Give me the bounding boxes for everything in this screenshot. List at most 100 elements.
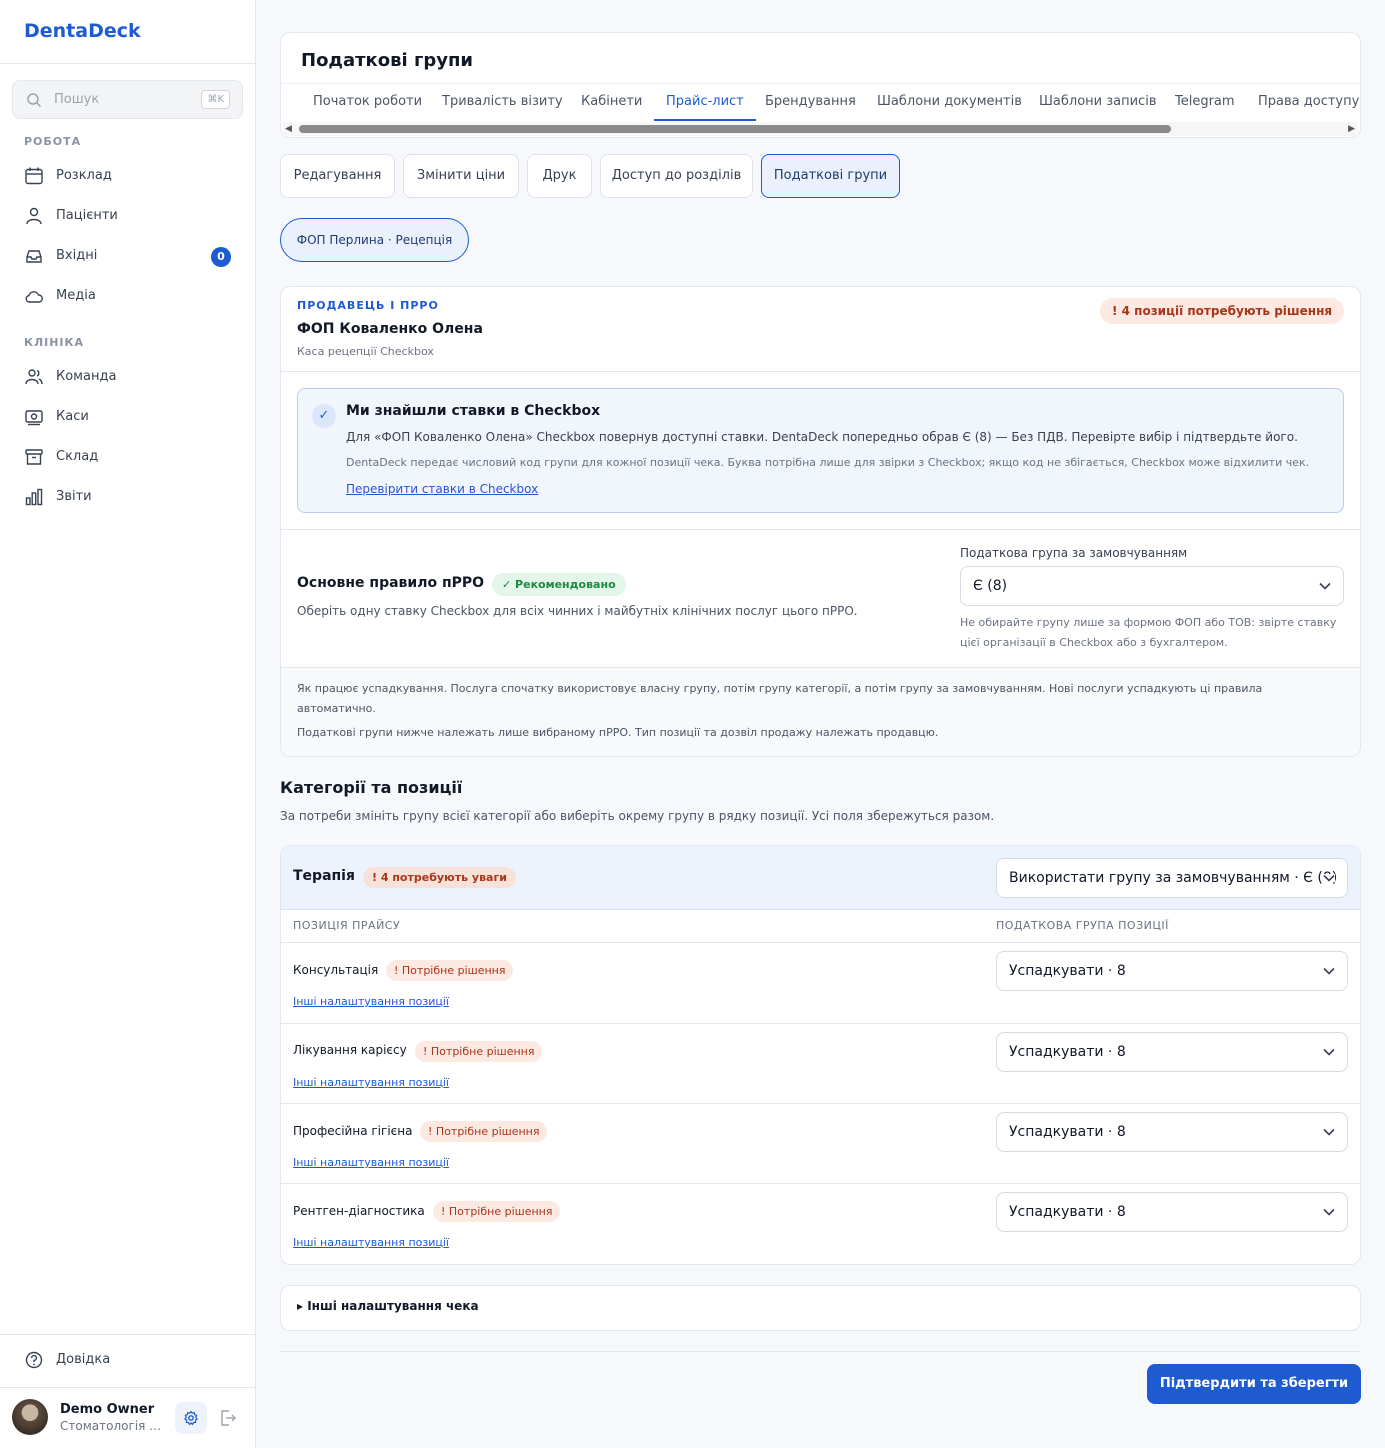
inheritance-note: Як працює успадкування. Послуга спочатку… <box>281 668 1360 756</box>
settings-button[interactable] <box>175 1402 207 1434</box>
sidebar-item-label: Розклад <box>56 168 112 183</box>
tab-price-list[interactable]: Прайс-лист <box>654 83 756 121</box>
info-title: Ми знайшли ставки в Checkbox <box>346 403 601 419</box>
column-header-group: ПОДАТКОВА ГРУПА ПОЗИЦІЇ <box>996 919 1169 932</box>
edit-button[interactable]: Редагування <box>280 154 395 198</box>
sidebar-item-help[interactable]: Довідка <box>12 1342 243 1378</box>
sidebar-item-inbox[interactable]: Вхідні 0 <box>12 238 243 274</box>
brand-logo[interactable]: DentaDeck <box>24 20 141 42</box>
default-group-hint: Не обирайте групу лише за формою ФОП або… <box>960 616 1337 649</box>
search-placeholder: Пошук <box>54 92 100 107</box>
inbox-count-badge: 0 <box>211 247 231 267</box>
divider <box>0 1334 255 1335</box>
chevron-down-icon <box>1323 874 1335 882</box>
inbox-icon <box>26 250 42 263</box>
avatar[interactable] <box>12 1399 48 1435</box>
sidebar-item-warehouse[interactable]: Склад <box>12 439 243 475</box>
section-label-clinic: КЛІНІКА <box>24 336 85 349</box>
divider <box>281 1103 1360 1104</box>
item-tax-group-select[interactable]: Успадкувати · 8 <box>996 1032 1348 1072</box>
rule-title: Основне правило пРРО <box>297 575 485 591</box>
confirm-save-button[interactable]: Підтвердити та зберегти <box>1147 1364 1361 1404</box>
tab-getting-started[interactable]: Початок роботи <box>301 83 434 121</box>
patients-icon <box>26 207 42 225</box>
sidebar-item-label: Медіа <box>56 288 96 303</box>
divider <box>281 942 1360 943</box>
tabs-scrollbar[interactable]: ◀ ▶ <box>283 122 1358 136</box>
item-tax-group-select[interactable]: Успадкувати · 8 <box>996 1112 1348 1152</box>
sidebar-item-label: Довідка <box>56 1352 111 1367</box>
item-tax-group-select[interactable]: Успадкувати · 8 <box>996 951 1348 991</box>
scroll-left-arrow-icon[interactable]: ◀ <box>285 124 292 134</box>
help-icon <box>25 1351 43 1369</box>
sidebar-item-label: Вхідні <box>56 248 98 263</box>
category-attention-badge: ! 4 потребують уваги <box>363 867 516 888</box>
sidebar-item-label: Пацієнти <box>56 208 118 223</box>
item-name: Лікування карієсу <box>293 1043 407 1057</box>
gear-icon <box>184 1410 198 1426</box>
chevron-down-icon <box>1323 1208 1335 1216</box>
column-header-item: ПОЗИЦІЯ ПРАЙСУ <box>293 919 401 932</box>
tab-visit-duration[interactable]: Тривалість візиту <box>430 83 575 121</box>
seller-name: ФОП Коваленко Олена <box>297 321 483 337</box>
item-tax-group-select[interactable]: Успадкувати · 8 <box>996 1192 1348 1232</box>
item-settings-link[interactable]: Інші налаштування позиції <box>293 1236 449 1249</box>
status-badge: ! Потрібне рішення <box>420 1121 548 1142</box>
team-icon <box>25 369 43 385</box>
tab-telegram[interactable]: Telegram <box>1163 83 1247 121</box>
item-settings-link[interactable]: Інші налаштування позиції <box>293 1076 449 1089</box>
chart-icon <box>25 488 43 506</box>
user-org: Стоматологія П... <box>60 1419 164 1433</box>
tab-access-rights[interactable]: Права доступу <box>1246 83 1371 121</box>
disclosure-label: ▸ Інші налаштування чека <box>297 1299 479 1313</box>
divider <box>0 63 255 64</box>
category-name: Терапія <box>293 868 355 884</box>
logout-icon[interactable] <box>219 1409 237 1427</box>
tab-document-templates[interactable]: Шаблони документів <box>865 83 1034 121</box>
chevron-down-icon <box>1323 1128 1335 1136</box>
tab-record-templates[interactable]: Шаблони записів <box>1027 83 1168 121</box>
chevron-down-icon <box>1323 1048 1335 1056</box>
status-badge: ! Потрібне рішення <box>433 1201 561 1222</box>
change-prices-button[interactable]: Змінити ціни <box>403 154 519 198</box>
sidebar-item-cash[interactable]: Каси <box>12 399 243 435</box>
section-description: За потреби змініть групу всієї категорії… <box>280 809 995 823</box>
item-settings-link[interactable]: Інші налаштування позиції <box>293 995 449 1008</box>
item-settings-link[interactable]: Інші налаштування позиції <box>293 1156 449 1169</box>
print-button[interactable]: Друк <box>527 154 592 198</box>
sidebar-item-reports[interactable]: Звіти <box>12 479 243 515</box>
divider <box>281 371 1360 372</box>
tab-cabinets[interactable]: Кабінети <box>569 83 654 121</box>
receipt-settings-disclosure[interactable]: ▸ Інші налаштування чека <box>280 1285 1361 1331</box>
search-icon <box>27 93 42 108</box>
register-filter-pill[interactable]: ФОП Перлина · Рецепція <box>280 218 469 262</box>
select-value: Успадкувати · 8 <box>1009 1124 1126 1140</box>
info-text: Для «ФОП Коваленко Олена» Checkbox повер… <box>346 430 1298 444</box>
sidebar-item-label: Команда <box>56 369 117 384</box>
category-tax-group-select[interactable]: Використати групу за замовчуванням · Є (… <box>996 858 1348 898</box>
sidebar-item-schedule[interactable]: Розклад <box>12 158 243 194</box>
item-name: Професійна гігієна <box>293 1124 413 1138</box>
section-access-button[interactable]: Доступ до розділів <box>600 154 753 198</box>
default-tax-group-select[interactable]: Є (8) <box>960 566 1344 606</box>
sidebar-item-team[interactable]: Команда <box>12 359 243 395</box>
sidebar-item-media[interactable]: Медіа <box>12 278 243 314</box>
sidebar-item-label: Каси <box>56 409 89 424</box>
tax-groups-button[interactable]: Податкові групи <box>761 154 900 198</box>
chevron-down-icon <box>1319 582 1331 590</box>
scrollbar-thumb[interactable] <box>299 125 1171 133</box>
select-value: Успадкувати · 8 <box>1009 1204 1126 1220</box>
tab-branding[interactable]: Брендування <box>753 83 868 121</box>
check-rates-link[interactable]: Перевірити ставки в Checkbox <box>346 482 538 496</box>
select-value: Успадкувати · 8 <box>1009 963 1126 979</box>
search-input[interactable]: Пошук ⌘K <box>12 80 243 119</box>
rule-description: Оберіть одну ставку Checkbox для всіх чи… <box>297 604 858 618</box>
status-badge: ! Потрібне рішення <box>415 1041 543 1062</box>
divider <box>281 1183 1360 1184</box>
scroll-right-arrow-icon[interactable]: ▶ <box>1348 124 1355 134</box>
item-name: Рентген-діагностика <box>293 1204 425 1218</box>
chevron-down-icon <box>1323 967 1335 975</box>
sidebar-item-patients[interactable]: Пацієнти <box>12 198 243 234</box>
recommended-badge: ✓ Рекомендовано <box>492 573 626 596</box>
user-name: Demo Owner <box>60 1402 155 1417</box>
